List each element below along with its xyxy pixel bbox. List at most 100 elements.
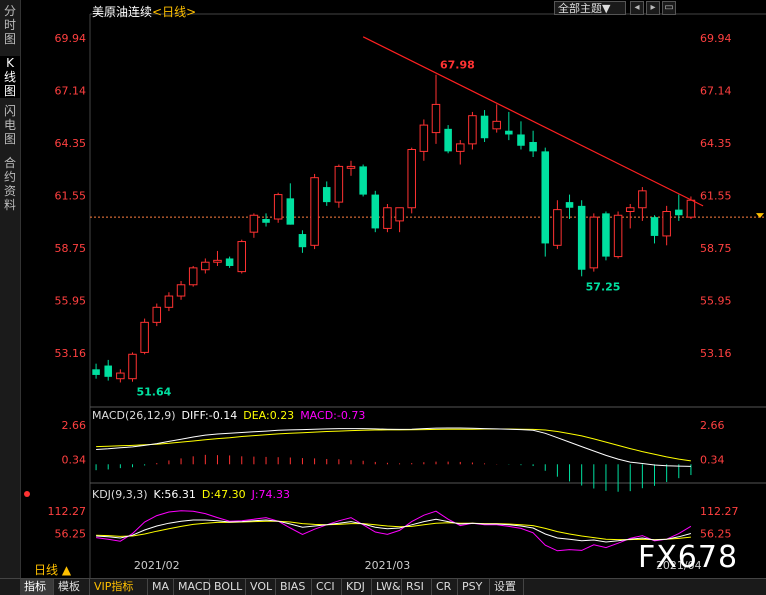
y-tick-right: 69.94 [700,32,732,45]
kdj-j-value: J:74.33 [251,488,291,501]
candle-body [140,321,149,353]
indicator-toolbar: 指标 模板 VIP指标 MA MACD BOLL VOL BIAS CCI KDJ LW& RSI CR… [0,578,766,595]
toolbar-item-2[interactable]: VIP指标 [90,579,148,595]
candle-body [164,295,174,308]
candle-body [686,199,696,218]
macd-name: MACD(26,12,9) [92,409,176,422]
toolbar-item-10[interactable]: LW& [372,579,402,595]
chart-title: 美原油连续<日线> [92,3,196,20]
candle-body [310,177,319,246]
toolbar-item-1[interactable]: 模板 [54,579,90,595]
candle-body [541,151,550,244]
candle-body [128,353,137,380]
toolbar-item-4[interactable]: MACD [174,579,211,595]
toolbar-item-3[interactable]: MA [148,579,174,595]
toolbar-item-13[interactable]: PSY [458,579,490,595]
kdj-d-line [96,520,691,541]
toolbar-item-0[interactable]: 指标 [20,579,54,595]
toolbar-item-6[interactable]: VOL [246,579,276,595]
candle-body [480,115,489,139]
toolbar-item-12[interactable]: CR [432,579,458,595]
toolbar-item-9[interactable]: KDJ [342,579,372,595]
candle-body [650,217,659,236]
kdj-legend: KDJ(9,3,3) K:56.31 D:47.30 J:74.33 [92,488,296,501]
candle-body [188,267,198,286]
candle-body [431,103,441,134]
candle-body [104,365,112,377]
kdj-y-tick-right: 56.25 [700,528,732,541]
window-button[interactable]: ▭ [662,1,676,15]
macd-legend: MACD(26,12,9) DIFF:-0.14 DEA:0.23 MACD:-0.7… [92,409,371,422]
x-tick-label: 2021/02 [134,559,180,572]
candle-body [237,241,247,273]
candle-body [152,306,162,323]
candle-body [517,134,525,146]
y-tick-right: 53.16 [700,347,732,360]
candle-body [444,128,452,152]
prev-button[interactable]: ◂ [630,1,644,15]
candle-body [176,284,186,297]
macd-y-tick-right: 0.34 [700,453,725,466]
candle-body [529,141,537,152]
candle-body [419,124,429,152]
candle-body [395,207,404,222]
toolbar-item-11[interactable]: RSI [402,579,432,595]
candle-body [625,207,635,213]
candle-body [565,202,574,208]
candle-body [116,372,125,380]
candle-body [346,165,356,169]
kdj-y-tick-left: 112.27 [48,505,87,518]
macd-diff-line [96,427,691,467]
macd-y-tick-left: 0.34 [62,453,87,466]
instrument-name: 美原油连续 [92,5,153,19]
kdj-j-line [96,510,692,552]
candle-body [602,213,610,257]
kdj-k-value: K:56.31 [153,488,196,501]
candle-body [383,207,392,229]
kdj-y-tick-right: 112.27 [700,505,739,518]
candle-body [675,209,683,216]
period-label[interactable]: 日线 ▲ [34,561,71,578]
candle-body [273,194,283,220]
next-button[interactable]: ▸ [646,1,660,15]
toolbar-item-7[interactable]: BIAS [276,579,312,595]
y-tick-left: 61.55 [55,190,87,203]
price-annotation: 51.64 [136,386,171,399]
candle-body [92,369,100,375]
watermark-logo: FX678 [638,540,739,575]
x-tick-label: 2021/03 [365,559,411,572]
candle-body [298,234,307,248]
toolbar-item-5[interactable]: BOLL [210,579,246,595]
y-tick-left: 53.16 [55,347,87,360]
macd-y-tick-left: 2.66 [62,419,87,432]
y-tick-right: 67.14 [700,85,732,98]
candle-body [638,190,647,209]
candle-body [322,187,331,203]
price-annotation: 67.98 [440,59,475,72]
candle-body [359,166,367,195]
candle-body [468,115,477,145]
candle-body [662,211,671,237]
macd-dea-line [96,428,691,462]
toolbar-item-8[interactable]: CCI [312,579,342,595]
period-indicator[interactable]: <日线> [152,5,196,19]
candle-body [262,219,270,223]
macd-dea-value: DEA:0.23 [243,409,295,422]
candle-body [249,214,259,233]
y-tick-right: 61.55 [700,190,732,203]
theme-select[interactable]: 全部主题▼ [554,1,626,15]
candle-body [407,149,416,209]
kdj-y-tick-left: 56.25 [55,528,87,541]
y-tick-left: 69.94 [55,32,87,45]
candle-body [577,205,586,270]
toolbar-item-14[interactable]: 设置 [490,579,524,595]
candle-body [213,259,222,263]
candle-body [334,165,344,203]
candle-body [371,194,380,229]
y-tick-left: 67.14 [55,85,87,98]
candle-body [225,258,234,266]
macd-diff-value: DIFF:-0.14 [181,409,238,422]
candle-body [553,209,562,246]
y-tick-right: 58.75 [700,242,732,255]
y-tick-right: 64.35 [700,137,732,150]
